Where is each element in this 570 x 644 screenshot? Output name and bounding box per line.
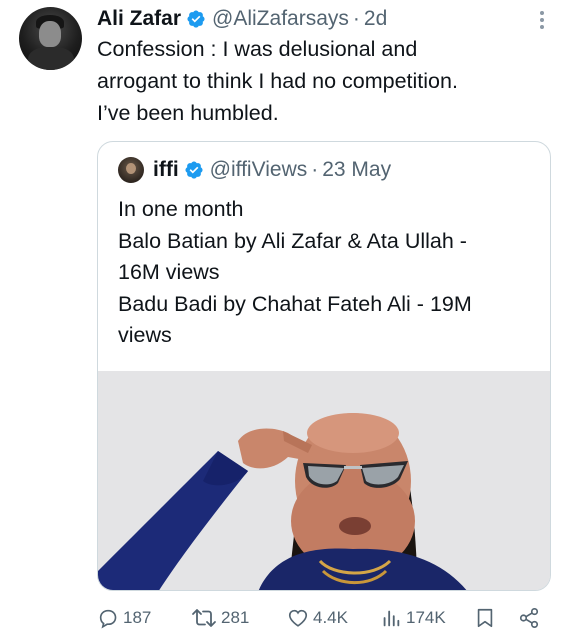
like-icon [288, 609, 308, 627]
retweet-button[interactable]: 281 [191, 604, 249, 632]
reply-icon [99, 609, 117, 629]
more-dot [540, 25, 544, 29]
tweet-text-line: arrogant to think I had no competition. [97, 69, 458, 93]
tweet-header: Ali Zafar @AliZafarsays · 2d [97, 6, 387, 32]
like-count: 4.4K [313, 608, 348, 627]
quoted-tweet-header: iffi @iffiViews · 23 May [118, 155, 391, 185]
reply-button[interactable]: 187 [97, 604, 151, 632]
quoted-text-line: views [118, 323, 172, 347]
verified-badge-icon [186, 9, 206, 29]
quoted-timestamp: 23 May [322, 158, 392, 181]
author-avatar[interactable] [19, 7, 82, 70]
quoted-tweet[interactable]: iffi @iffiViews · 23 May In one month Ba… [97, 141, 551, 591]
author-name[interactable]: Ali Zafar [97, 7, 181, 31]
separator-dot: · [352, 7, 360, 30]
share-button[interactable] [517, 604, 541, 632]
quoted-text-line: In one month [118, 197, 244, 221]
tweet-text-line: I’ve been humbled. [97, 101, 279, 125]
author-handle[interactable]: @AliZafarsays [212, 7, 349, 31]
quoted-text-line: Badu Badi by Chahat Fateh Ali - 19M [118, 291, 472, 316]
like-button[interactable]: 4.4K [287, 604, 348, 632]
bookmark-button[interactable] [475, 604, 495, 632]
views-button[interactable]: 174K [380, 604, 446, 632]
avatar-body [28, 47, 74, 70]
tweet-text: Confession : I was delusional and arroga… [97, 33, 547, 129]
tweet-timestamp[interactable]: 2d [364, 7, 387, 31]
avatar-face [39, 21, 61, 47]
quoted-text-line: Balo Batian by Ali Zafar & Ata Ullah - [118, 228, 467, 253]
quoted-tweet-text: In one month Balo Batian by Ali Zafar & … [118, 194, 538, 352]
photo-of-man-in-sunglasses [98, 371, 550, 590]
retweet-count: 281 [221, 608, 250, 627]
views-icon [383, 610, 400, 627]
quoted-author-name: iffi [153, 158, 179, 181]
verified-badge-icon [184, 160, 204, 180]
share-icon [519, 608, 539, 628]
quoted-media-image[interactable] [98, 371, 550, 590]
separator-dot: · [311, 158, 319, 181]
tweet[interactable]: Ali Zafar @AliZafarsays · 2d Confession … [0, 0, 570, 644]
tweet-actions: 187 281 4.4K 174K [97, 604, 547, 632]
quoted-author-handle: @iffiViews [209, 158, 308, 181]
more-options-icon[interactable] [536, 8, 548, 32]
reply-count: 187 [123, 608, 152, 627]
bookmark-icon [477, 608, 493, 628]
more-dot [540, 18, 544, 22]
more-dot [540, 11, 544, 15]
retweet-icon [192, 609, 216, 627]
quoted-text-line: 16M views [118, 260, 220, 284]
views-count: 174K [406, 608, 446, 627]
quoted-author-avatar [118, 157, 144, 183]
tweet-text-line: Confession : I was delusional and [97, 37, 418, 61]
